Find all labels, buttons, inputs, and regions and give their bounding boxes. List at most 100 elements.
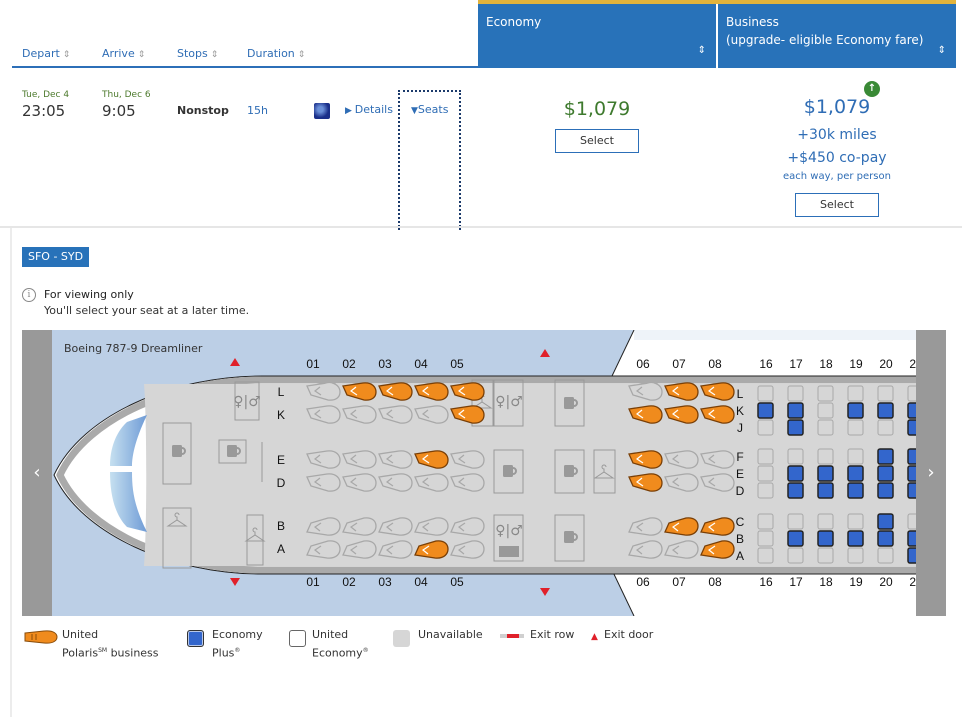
legend-text: ® xyxy=(234,647,241,654)
galley-cup-icon xyxy=(564,531,574,543)
economy-seat-unavailable[interactable] xyxy=(787,513,804,530)
economy-seat-unavailable[interactable] xyxy=(817,448,834,465)
economy-seat-unavailable[interactable] xyxy=(847,419,864,436)
legend-economy: United Economy® xyxy=(312,627,369,662)
seat-letter-label: J xyxy=(737,421,743,435)
seat-letter-label: E xyxy=(277,453,285,467)
economy-plus-seat[interactable] xyxy=(787,530,804,547)
sort-depart[interactable]: Depart ⇕ xyxy=(22,47,70,60)
economy-plus-seat[interactable] xyxy=(757,402,774,419)
business-copay: +$450 co-pay xyxy=(787,150,887,166)
economy-plus-seat[interactable] xyxy=(847,530,864,547)
economy-seat-unavailable[interactable] xyxy=(817,419,834,436)
legend-econ-line2: Economy® xyxy=(312,643,369,662)
aircraft-name: Boeing 787-9 Dreamliner xyxy=(64,342,203,355)
lavatory-icon: ♀|♂ xyxy=(495,394,523,410)
seats-link[interactable]: ▼Seats xyxy=(411,103,448,116)
galley-cup-icon xyxy=(172,445,182,457)
economy-seat-unavailable[interactable] xyxy=(847,385,864,402)
economy-plus-seat[interactable] xyxy=(817,465,834,482)
legend-text: ® xyxy=(362,647,369,654)
economy-seat-unavailable[interactable] xyxy=(757,482,774,499)
details-label: Details xyxy=(354,103,393,116)
economy-seat-unavailable[interactable] xyxy=(847,513,864,530)
economy-plus-seat[interactable] xyxy=(877,402,894,419)
sort-business-fare[interactable]: Business (upgrade- eligible Economy fare… xyxy=(718,4,956,68)
economy-plus-seat[interactable] xyxy=(877,465,894,482)
economy-plus-seat[interactable] xyxy=(817,530,834,547)
economy-seat-unavailable[interactable] xyxy=(757,448,774,465)
seat-letter-label: D xyxy=(277,476,286,490)
economy-plus-seat[interactable] xyxy=(787,419,804,436)
legend-economy-plus-swatch xyxy=(187,630,204,647)
economy-seat-unavailable[interactable] xyxy=(787,448,804,465)
scroll-left-button[interactable]: ‹ xyxy=(22,330,52,616)
info-title: For viewing only xyxy=(44,288,134,301)
economy-seat-unavailable[interactable] xyxy=(757,530,774,547)
economy-plus-seat[interactable] xyxy=(787,482,804,499)
economy-seat-unavailable[interactable] xyxy=(877,547,894,564)
economy-plus-seat[interactable] xyxy=(877,448,894,465)
legend-econ-line1: United xyxy=(312,628,349,641)
sort-arrive[interactable]: Arrive ⇕ xyxy=(102,47,145,60)
economy-seat-unavailable[interactable] xyxy=(757,419,774,436)
lavatory-icon: ♀|♂ xyxy=(495,523,523,539)
economy-plus-seat[interactable] xyxy=(817,482,834,499)
row-number-label: 08 xyxy=(708,357,722,371)
caret-down-icon: ▼ xyxy=(411,106,418,116)
economy-seat-unavailable[interactable] xyxy=(787,547,804,564)
sort-icon: ⇕ xyxy=(697,45,706,56)
economy-seat-unavailable[interactable] xyxy=(817,513,834,530)
row-number-label: 19 xyxy=(849,357,863,371)
row-number-label: 19 xyxy=(849,575,863,589)
galley-cup-icon xyxy=(564,465,574,477)
united-globe-logo-icon xyxy=(314,103,330,119)
economy-seat-unavailable[interactable] xyxy=(847,448,864,465)
row-number-label: 05 xyxy=(450,575,464,589)
economy-plus-seat[interactable] xyxy=(877,482,894,499)
sort-duration[interactable]: Duration ⇕ xyxy=(247,47,305,60)
economy-plus-seat[interactable] xyxy=(847,482,864,499)
sort-stops[interactable]: Stops ⇕ xyxy=(177,47,218,60)
economy-seat-unavailable[interactable] xyxy=(757,465,774,482)
economy-plus-seat[interactable] xyxy=(877,513,894,530)
economy-seat-unavailable[interactable] xyxy=(757,513,774,530)
exit-door-marker xyxy=(540,349,550,357)
sort-economy-fare[interactable]: Economy ⇕ xyxy=(478,4,716,68)
duration-value: 15h xyxy=(247,104,268,117)
economy-seat-unavailable[interactable] xyxy=(817,402,834,419)
legend-text: Economy xyxy=(312,646,363,660)
info-icon: i xyxy=(22,288,36,302)
legend-polaris-line2: PolarisSM business xyxy=(62,643,159,662)
legend-exit-door: Exit door xyxy=(604,628,654,641)
select-economy-button[interactable]: Select xyxy=(555,129,639,153)
economy-plus-seat[interactable] xyxy=(847,402,864,419)
legend-unavailable: Unavailable xyxy=(418,628,483,641)
details-link[interactable]: ▶ Details xyxy=(345,103,393,116)
legend-exit-door-icon: ▲ xyxy=(591,632,598,642)
economy-plus-seat[interactable] xyxy=(787,402,804,419)
economy-seat-unavailable[interactable] xyxy=(787,385,804,402)
economy-seat-unavailable[interactable] xyxy=(757,385,774,402)
economy-seat-unavailable[interactable] xyxy=(817,385,834,402)
seat-map-canvas: ♀|♂ ♀|♂♀|♂ 01010202030304040505LKEDBA0606… xyxy=(53,330,946,616)
arrive-label: Arrive xyxy=(102,47,135,60)
business-miles: +30k miles xyxy=(797,127,877,143)
arrive-time: 9:05 xyxy=(102,102,136,120)
economy-seat-unavailable[interactable] xyxy=(877,385,894,402)
economy-seat-unavailable[interactable] xyxy=(877,419,894,436)
economy-seat-unavailable[interactable] xyxy=(847,547,864,564)
scroll-right-button[interactable]: › xyxy=(916,330,946,616)
economy-plus-seat[interactable] xyxy=(847,465,864,482)
economy-seat-unavailable[interactable] xyxy=(817,547,834,564)
exit-door-marker xyxy=(230,578,240,586)
arrive-date: Thu, Dec 6 xyxy=(102,90,151,100)
sort-icon: ⇕ xyxy=(62,50,71,60)
economy-plus-seat[interactable] xyxy=(787,465,804,482)
select-business-button[interactable]: Select xyxy=(795,193,879,217)
panel-border xyxy=(10,228,12,717)
economy-seat-unavailable[interactable] xyxy=(757,547,774,564)
economy-plus-seat[interactable] xyxy=(877,530,894,547)
row-number-label: 04 xyxy=(414,575,428,589)
row-number-label: 03 xyxy=(378,575,392,589)
